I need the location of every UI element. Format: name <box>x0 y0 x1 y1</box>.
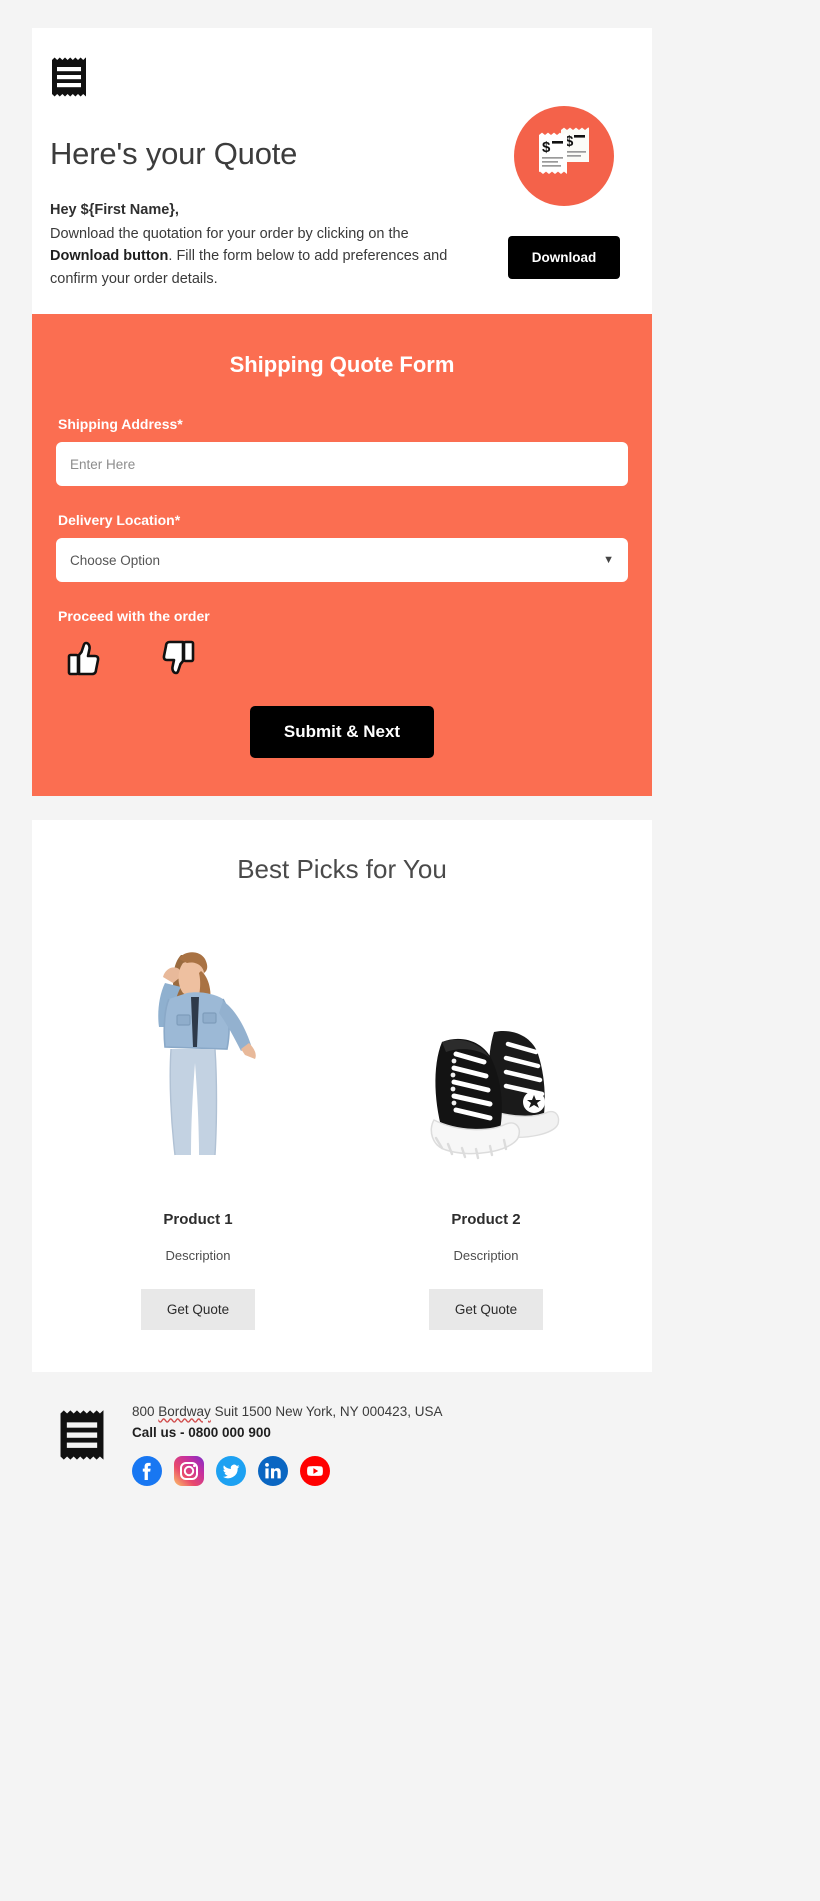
footer: 800 Bordway Suit 1500 New York, NY 00042… <box>32 1372 652 1487</box>
woman-in-denim-jacket-image <box>103 923 293 1193</box>
thumbs-down-icon[interactable] <box>158 636 202 680</box>
footer-content: 800 Bordway Suit 1500 New York, NY 00042… <box>132 1404 652 1487</box>
delivery-location-label: Delivery Location* <box>58 512 181 529</box>
shipping-quote-form: Shipping Quote Form Shipping Address* De… <box>32 314 652 797</box>
product-card: Product 1 Description Get Quote <box>54 923 342 1331</box>
receipt-icon <box>58 1410 106 1466</box>
submit-next-button[interactable]: Submit & Next <box>249 706 435 759</box>
product-name: Product 1 <box>163 1211 233 1229</box>
hero-body: Here's your Quote Hey ${First Name}, Dow… <box>32 98 652 290</box>
receipt-icon <box>50 56 634 98</box>
product-image-box <box>64 923 332 1193</box>
delivery-location-select-wrap: Choose Option ▼ <box>56 538 628 583</box>
header-logo-row <box>32 56 652 98</box>
submit-row: Submit & Next <box>56 706 628 759</box>
delivery-location-select[interactable]: Choose Option <box>56 538 628 583</box>
download-button[interactable]: Download <box>507 236 621 279</box>
footer-logo <box>32 1404 132 1467</box>
product-name: Product 2 <box>451 1211 521 1229</box>
quote-badge: $ $ <box>514 106 614 206</box>
shipping-address-label: Shipping Address* <box>58 416 183 433</box>
address-suffix: Suit 1500 New York, NY 000423, USA <box>210 1404 443 1420</box>
hero-section: Here's your Quote Hey ${First Name}, Dow… <box>32 28 652 315</box>
product-description: Description <box>453 1248 519 1264</box>
proceed-label: Proceed with the order <box>58 608 210 625</box>
get-quote-button[interactable]: Get Quote <box>140 1289 256 1331</box>
product-description: Description <box>165 1248 231 1264</box>
hero-paragraph: Download the quotation for your order by… <box>50 223 450 290</box>
hero-media-column: $ $ Download <box>494 98 634 279</box>
linkedin-icon[interactable] <box>258 1456 288 1487</box>
get-quote-button[interactable]: Get Quote <box>428 1289 544 1331</box>
field-spacer <box>56 486 628 512</box>
address-street: Bordway <box>158 1404 211 1420</box>
section-spacer <box>32 796 652 821</box>
proceed-choice-row <box>56 636 628 680</box>
download-button-mention: Download button <box>50 248 169 265</box>
address-prefix: 800 <box>132 1404 159 1420</box>
email-preview-page: Here's your Quote Hey ${First Name}, Dow… <box>0 0 820 1901</box>
shipping-address-input[interactable] <box>56 442 628 487</box>
best-picks-title: Best Picks for You <box>237 854 447 885</box>
footer-address: 800 Bordway Suit 1500 New York, NY 00042… <box>132 1404 652 1419</box>
best-picks-section: Best Picks for You Product 1 Description… <box>32 820 652 1373</box>
product-image-box <box>352 923 620 1193</box>
thumbs-up-icon[interactable] <box>62 636 106 680</box>
footer-phone: Call us - 0800 000 900 <box>132 1425 271 1441</box>
social-links-row <box>132 1456 652 1487</box>
youtube-icon[interactable] <box>300 1456 330 1487</box>
product-card: Product 2 Description Get Quote <box>342 923 630 1331</box>
svg-text:$: $ <box>542 139 551 156</box>
receipt-dollar-icon: $ $ <box>531 124 597 189</box>
instagram-icon[interactable] <box>174 1456 204 1487</box>
black-high-top-sneakers-image <box>386 998 586 1193</box>
twitter-icon[interactable] <box>216 1456 246 1487</box>
facebook-icon[interactable] <box>132 1456 162 1487</box>
product-grid: Product 1 Description Get Quote Product … <box>54 923 630 1331</box>
form-title: Shipping Quote Form <box>229 352 455 378</box>
hero-text-column: Here's your Quote Hey ${First Name}, Dow… <box>50 98 494 290</box>
greeting-text: Hey ${First Name}, <box>50 202 179 218</box>
page-title: Here's your Quote <box>50 136 298 171</box>
email-body: Here's your Quote Hey ${First Name}, Dow… <box>32 28 652 1487</box>
paragraph-lead: Download the quotation for your order by… <box>50 226 409 242</box>
